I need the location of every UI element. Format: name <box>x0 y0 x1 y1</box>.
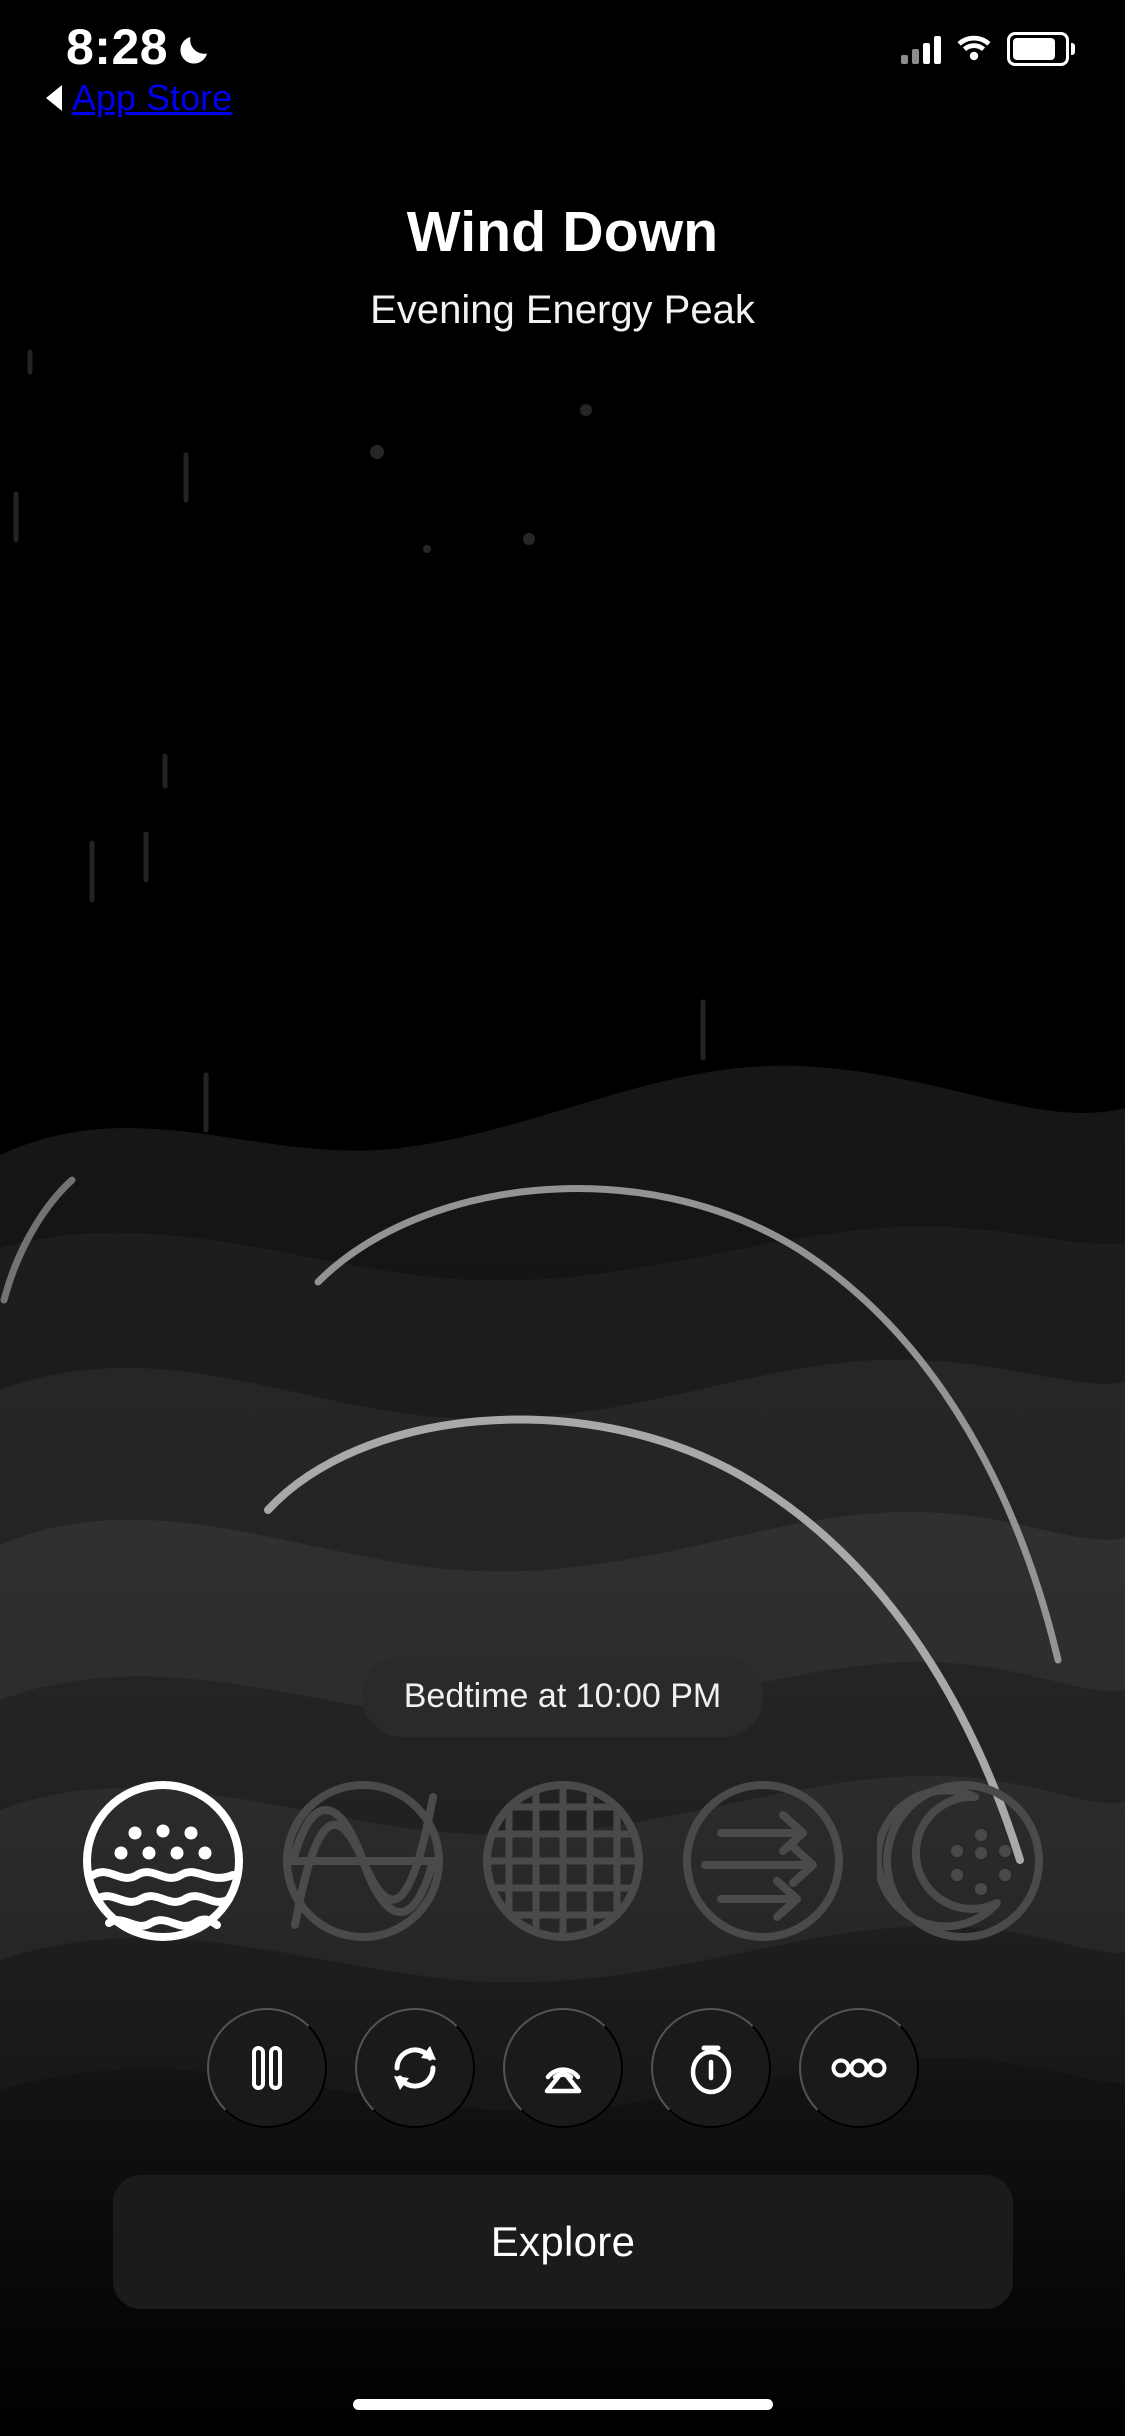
sound-mode-list <box>0 1775 1125 1947</box>
sound-mode-sine-wave[interactable] <box>277 1775 449 1947</box>
cellular-signal-icon <box>901 34 941 64</box>
playback-controls <box>0 2008 1125 2128</box>
back-link-label: App Store <box>72 77 233 118</box>
pause-icon <box>251 2046 282 2090</box>
home-indicator[interactable] <box>352 2399 773 2410</box>
loop-button[interactable] <box>354 2008 475 2128</box>
sound-mode-wind-arrows[interactable] <box>677 1775 849 1947</box>
bedtime-badge[interactable]: Bedtime at 10:00 PM <box>361 1655 764 1737</box>
explore-button[interactable]: Explore <box>113 2175 1013 2309</box>
airplay-button[interactable] <box>502 2008 623 2128</box>
pause-button[interactable] <box>206 2008 327 2128</box>
page-title: Wind Down <box>406 200 719 264</box>
battery-icon <box>1007 32 1075 66</box>
timer-icon <box>690 2045 731 2095</box>
more-icon <box>831 2058 886 2078</box>
back-to-app-store-link[interactable]: App Store <box>46 80 232 116</box>
sound-mode-grid-mesh[interactable] <box>477 1775 649 1947</box>
page-header: Wind Down Evening Energy Peak <box>0 200 1125 334</box>
page-subtitle: Evening Energy Peak <box>370 287 755 332</box>
wifi-icon <box>955 33 993 66</box>
loop-icon <box>393 2046 436 2090</box>
airplay-icon <box>544 2067 581 2094</box>
timer-button[interactable] <box>650 2008 771 2128</box>
sound-mode-moon-stars[interactable] <box>876 1775 1049 1947</box>
explore-button-label: Explore <box>490 2218 636 2265</box>
app-screen: 8:28 App Store Wind Down Evening Energy … <box>0 0 1125 2436</box>
status-bar-time: 8:28 <box>66 19 169 75</box>
moon-icon <box>176 28 216 68</box>
status-bar-indicators <box>901 32 1075 66</box>
bedtime-label: Bedtime at 10:00 PM <box>403 1677 722 1715</box>
sound-mode-rain-waves[interactable] <box>77 1775 249 1947</box>
back-caret-icon <box>46 85 62 111</box>
more-button[interactable] <box>798 2008 919 2128</box>
